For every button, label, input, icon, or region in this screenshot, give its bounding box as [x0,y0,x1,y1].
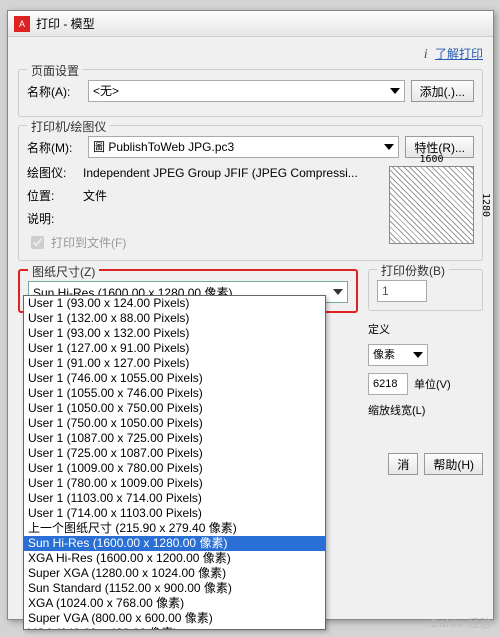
copies-legend: 打印份数(B) [377,262,449,279]
where-label: 位置: [27,187,77,204]
paper-size-option[interactable]: User 1 (91.00 x 127.00 Pixels) [24,356,325,371]
num-input[interactable] [368,373,408,395]
custom-label: 定义 [368,321,390,337]
scale-lineweight-label: 缩放线宽(L) [368,402,425,418]
window-title: 打印 - 模型 [36,15,95,32]
desc-label: 说明: [27,210,77,227]
device-value: Independent JPEG Group JFIF (JPEG Compre… [83,166,358,180]
plotter-group: 打印机/绘图仪 名称(M): 圖 PublishToWeb JPG.pc3 特性… [18,125,483,261]
device-label: 绘图仪: [27,164,77,181]
learn-print-link[interactable]: 了解打印 [435,47,483,61]
paper-size-legend: 图纸尺寸(Z) [28,263,99,280]
unit-label: 单位(V) [414,376,451,392]
paper-size-option[interactable]: User 1 (132.00 x 88.00 Pixels) [24,311,325,326]
page-setup-group: 页面设置 名称(A): <无> 添加(.)... [18,69,483,117]
paper-size-option[interactable]: Sun Hi-Res (1600.00 x 1280.00 像素) [24,536,325,551]
paper-size-option[interactable]: User 1 (1050.00 x 750.00 Pixels) [24,401,325,416]
paper-size-option[interactable]: User 1 (1055.00 x 746.00 Pixels) [24,386,325,401]
paper-size-option[interactable]: 上一个图纸尺寸 (215.90 x 279.40 像素) [24,521,325,536]
print-to-file-input [31,236,44,249]
paper-size-option[interactable]: XGA (1024.00 x 768.00 像素) [24,596,325,611]
plotter-name-select[interactable]: 圖 PublishToWeb JPG.pc3 [88,136,399,158]
paper-size-option[interactable]: Super VGA (800.00 x 600.00 像素) [24,611,325,626]
paper-size-option[interactable]: User 1 (725.00 x 1087.00 Pixels) [24,446,325,461]
page-setup-name-select[interactable]: <无> [88,80,405,102]
paper-size-option[interactable]: User 1 (1103.00 x 714.00 Pixels) [24,491,325,506]
add-button[interactable]: 添加(.)... [411,80,474,102]
chevron-down-icon [333,289,343,295]
paper-size-option[interactable]: User 1 (1009.00 x 780.00 Pixels) [24,461,325,476]
watermark: Baidu 经验 [431,615,492,631]
plotter-name-label: 名称(M): [27,139,82,156]
page-setup-legend: 页面设置 [27,62,83,79]
unit-select[interactable]: 像素 [368,344,428,366]
paper-size-option[interactable]: User 1 (1087.00 x 725.00 Pixels) [24,431,325,446]
paper-size-option[interactable]: User 1 (780.00 x 1009.00 Pixels) [24,476,325,491]
name-label: 名称(A): [27,83,82,100]
app-icon: A [14,16,30,32]
paper-size-option[interactable]: User 1 (750.00 x 1050.00 Pixels) [24,416,325,431]
help-button[interactable]: 帮助(H) [424,453,483,475]
print-to-file-checkbox[interactable]: 打印到文件(F) [27,233,381,252]
copies-input[interactable] [377,280,427,302]
cancel-button[interactable]: 消 [388,453,418,475]
paper-size-option[interactable]: Sun Standard (1152.00 x 900.00 像素) [24,581,325,596]
titlebar[interactable]: A 打印 - 模型 [8,11,493,37]
info-icon: i [424,47,428,62]
paper-size-option[interactable]: VGA (640.00 x 480.00 像素) [24,626,325,630]
paper-size-option[interactable]: XGA Hi-Res (1600.00 x 1200.00 像素) [24,551,325,566]
paper-size-option[interactable]: User 1 (93.00 x 124.00 Pixels) [24,296,325,311]
paper-size-option[interactable]: Super XGA (1280.00 x 1024.00 像素) [24,566,325,581]
paper-size-option[interactable]: User 1 (93.00 x 132.00 Pixels) [24,326,325,341]
paper-size-option[interactable]: User 1 (746.00 x 1055.00 Pixels) [24,371,325,386]
paper-size-dropdown[interactable]: User 1 (93.00 x 124.00 Pixels)User 1 (13… [23,295,326,630]
where-value: 文件 [83,187,107,204]
paper-size-option[interactable]: User 1 (714.00 x 1103.00 Pixels) [24,506,325,521]
paper-size-option[interactable]: User 1 (127.00 x 91.00 Pixels) [24,341,325,356]
plotter-legend: 打印机/绘图仪 [27,118,110,135]
copies-group: 打印份数(B) [368,269,483,311]
paper-preview: 1600 1280 [389,166,474,244]
